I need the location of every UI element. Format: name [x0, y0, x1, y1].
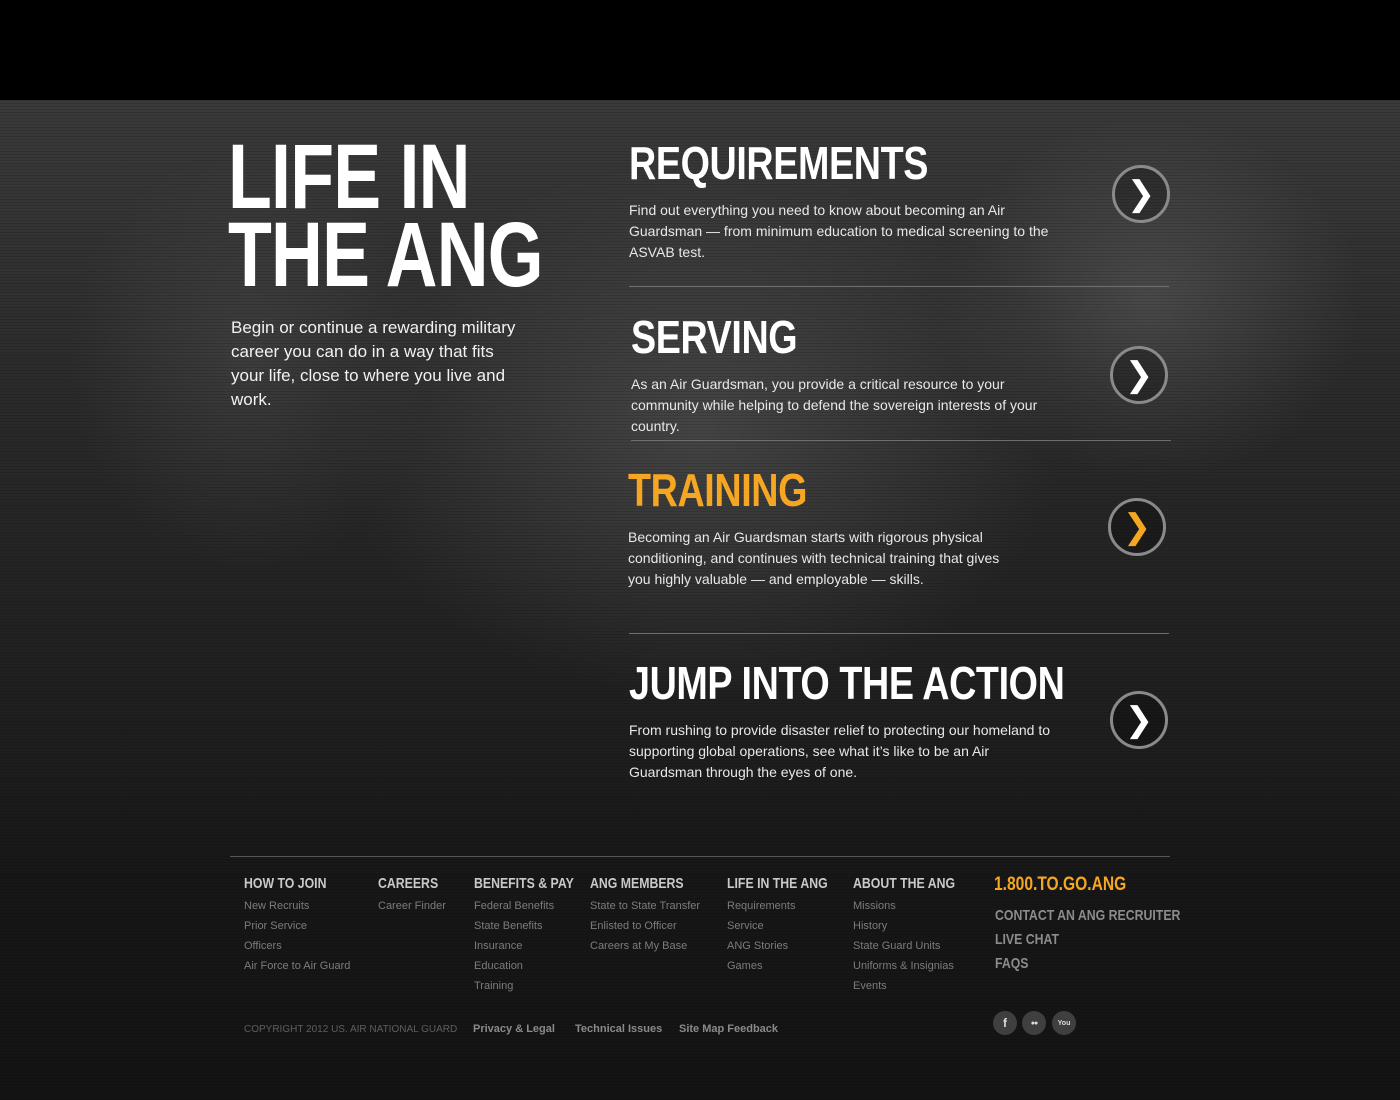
youtube-icon[interactable]: You — [1052, 1011, 1076, 1035]
footer-link[interactable]: Careers at My Base — [590, 936, 704, 956]
footer-link[interactable]: Training — [474, 976, 596, 996]
footer-link[interactable]: ANG Stories — [727, 936, 850, 956]
footer-heading[interactable]: CAREERS — [378, 876, 438, 892]
flickr-icon[interactable]: ●● — [1022, 1011, 1046, 1035]
facebook-icon[interactable]: f — [993, 1011, 1017, 1035]
section-serving: SERVING As an Air Guardsman, you provide… — [631, 314, 1171, 437]
footer-link[interactable]: Officers — [244, 936, 350, 956]
footer-column-ang-members: ANG MEMBERS State to State Transfer Enli… — [590, 876, 704, 956]
copyright-text: COPYRIGHT 2012 US. AIR NATIONAL GUARD — [244, 1024, 458, 1035]
footer-link[interactable]: Games — [727, 956, 850, 976]
footer-divider — [230, 856, 1170, 857]
section-divider — [629, 286, 1169, 287]
footer-link[interactable]: Missions — [853, 896, 977, 916]
footer-heading[interactable]: ANG MEMBERS — [590, 876, 684, 892]
footer-link[interactable]: Uniforms & Insignias — [853, 956, 977, 976]
section-jump-into-action: JUMP INTO THE ACTION From rushing to pro… — [629, 660, 1169, 783]
site-map-feedback-link[interactable]: Site Map Feedback — [679, 1023, 778, 1035]
footer-column-life-in-the-ang: LIFE IN THE ANG Requirements Service ANG… — [727, 876, 850, 976]
section-text-serving: As an Air Guardsman, you provide a criti… — [631, 376, 1038, 434]
footer-link[interactable]: Education — [474, 956, 596, 976]
requirements-arrow-button[interactable]: ❯ — [1112, 165, 1170, 223]
section-title-requirements[interactable]: REQUIREMENTS — [629, 140, 928, 186]
footer-link[interactable]: New Recruits — [244, 896, 350, 916]
footer-column-how-to-join: HOW TO JOIN New Recruits Prior Service O… — [244, 876, 350, 976]
section-text-jump-into-action: From rushing to provide disaster relief … — [629, 722, 1050, 780]
chevron-right-icon: ❯ — [1126, 175, 1156, 213]
footer-link[interactable]: State to State Transfer — [590, 896, 704, 916]
faqs-link[interactable]: FAQS — [995, 956, 1028, 972]
footer-link[interactable]: Federal Benefits — [474, 896, 596, 916]
section-title-serving[interactable]: SERVING — [631, 314, 798, 360]
footer-link[interactable]: Service — [727, 916, 850, 936]
footer-heading[interactable]: ABOUT THE ANG — [853, 876, 955, 892]
footer-link[interactable]: Career Finder — [378, 896, 451, 916]
footer-link[interactable]: History — [853, 916, 977, 936]
footer-link[interactable]: Requirements — [727, 896, 850, 916]
footer-heading[interactable]: LIFE IN THE ANG — [727, 876, 828, 892]
footer-heading[interactable]: BENEFITS & PAY — [474, 876, 574, 892]
footer-link[interactable]: Enlisted to Officer — [590, 916, 704, 936]
contact-recruiter-link[interactable]: CONTACT AN ANG RECRUITER — [995, 908, 1180, 924]
footer-column-careers: CAREERS Career Finder — [378, 876, 451, 916]
chevron-right-icon: ❯ — [1124, 701, 1154, 739]
footer-heading[interactable]: HOW TO JOIN — [244, 876, 331, 892]
footer-link[interactable]: Insurance — [474, 936, 596, 956]
section-divider — [631, 440, 1171, 441]
section-training: TRAINING Becoming an Air Guardsman start… — [628, 467, 1168, 590]
footer-link[interactable]: State Guard Units — [853, 936, 977, 956]
top-bar — [0, 0, 1400, 100]
footer-column-benefits-pay: BENEFITS & PAY Federal Benefits State Be… — [474, 876, 596, 996]
serving-arrow-button[interactable]: ❯ — [1110, 346, 1168, 404]
intro-text: Begin or continue a rewarding military c… — [231, 318, 516, 409]
chevron-right-icon: ❯ — [1122, 508, 1152, 546]
page-title: LIFE IN THE ANG — [228, 131, 544, 306]
privacy-legal-link[interactable]: Privacy & Legal — [473, 1023, 555, 1035]
section-text-requirements: Find out everything you need to know abo… — [629, 202, 1049, 260]
footer-link[interactable]: Events — [853, 976, 977, 996]
technical-issues-link[interactable]: Technical Issues — [575, 1023, 662, 1035]
section-requirements: REQUIREMENTS Find out everything you nee… — [629, 140, 1169, 263]
section-title-training[interactable]: TRAINING — [628, 467, 807, 513]
live-chat-link[interactable]: LIVE CHAT — [995, 932, 1059, 948]
footer-column-about-the-ang: ABOUT THE ANG Missions History State Gua… — [853, 876, 977, 996]
page-title-line-2: THE ANG — [228, 204, 544, 306]
training-arrow-button[interactable]: ❯ — [1108, 498, 1166, 556]
jump-into-action-arrow-button[interactable]: ❯ — [1110, 691, 1168, 749]
footer-link[interactable]: State Benefits — [474, 916, 596, 936]
section-text-training: Becoming an Air Guardsman starts with ri… — [628, 529, 1000, 587]
phone-number-link[interactable]: 1.800.TO.GO.ANG — [994, 875, 1126, 895]
chevron-right-icon: ❯ — [1124, 356, 1154, 394]
footer-link[interactable]: Prior Service — [244, 916, 350, 936]
section-divider — [629, 633, 1169, 634]
section-title-jump-into-action[interactable]: JUMP INTO THE ACTION — [629, 660, 1065, 706]
footer-link[interactable]: Air Force to Air Guard — [244, 956, 350, 976]
